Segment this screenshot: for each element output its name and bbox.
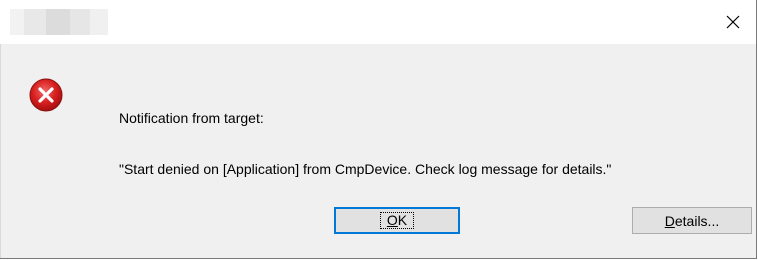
close-button[interactable] (710, 0, 756, 44)
message-dialog: Notification from target: "Start denied … (0, 0, 757, 259)
close-icon (726, 15, 740, 29)
ok-button-label: OK (379, 212, 415, 229)
title-bar (0, 0, 756, 44)
ok-button[interactable]: OK (334, 207, 460, 234)
redacted-title (10, 9, 108, 35)
message-line-1: Notification from target: (119, 110, 264, 126)
details-button[interactable]: Details... (632, 207, 752, 234)
error-icon (29, 78, 63, 112)
details-button-label: Details... (664, 212, 720, 229)
message-line-2: "Start denied on [Application] from CmpD… (119, 161, 612, 177)
message-text: Notification from target: "Start denied … (119, 76, 611, 212)
dialog-body: Notification from target: "Start denied … (0, 44, 756, 258)
